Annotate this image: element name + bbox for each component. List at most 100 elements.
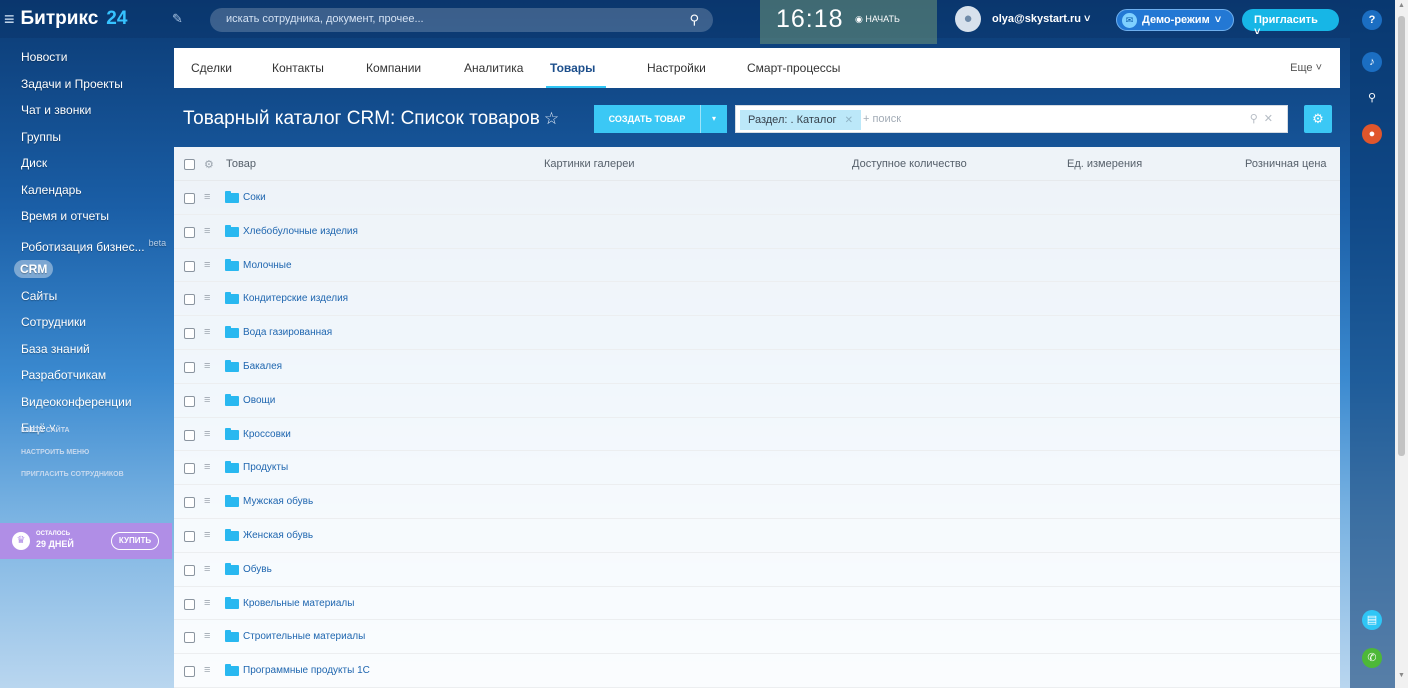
sidebar-item-groups[interactable]: Группы xyxy=(0,124,172,151)
sidebar-item-tasks[interactable]: Задачи и Проекты xyxy=(0,71,172,98)
column-header-product[interactable]: Товар xyxy=(226,158,256,170)
filter-chip[interactable]: Раздел: . Каталог ✕ xyxy=(740,110,861,130)
row-label[interactable]: Кровельные материалы xyxy=(243,598,354,609)
edit-icon[interactable]: ✎ xyxy=(172,11,183,27)
row-label[interactable]: Овощи xyxy=(243,395,275,406)
row-label[interactable]: Кроссовки xyxy=(243,429,291,440)
scroll-up-icon[interactable]: ▲ xyxy=(1398,2,1405,9)
sidebar-item-time[interactable]: Время и отчеты xyxy=(0,203,172,230)
row-checkbox[interactable] xyxy=(184,328,195,340)
sidebar-item-automation[interactable]: Роботизация бизнес... beta xyxy=(0,230,172,257)
sidebar-item-video[interactable]: Видеоконференции xyxy=(0,389,172,416)
tabs-more-button[interactable]: Еще ˅ xyxy=(1290,62,1322,74)
row-checkbox[interactable] xyxy=(184,530,195,542)
row-label[interactable]: Молочные xyxy=(243,260,292,271)
row-label[interactable]: Кондитерские изделия xyxy=(243,293,348,304)
help-icon[interactable]: ? xyxy=(1362,10,1382,30)
row-label[interactable]: Женская обувь xyxy=(243,530,313,541)
sidebar-item-disk[interactable]: Диск xyxy=(0,150,172,177)
row-checkbox[interactable] xyxy=(184,361,195,373)
table-row[interactable]: ≡ Обувь xyxy=(174,553,1340,587)
table-row[interactable]: ≡ Кровельные материалы xyxy=(174,587,1340,621)
sidebar-item-knowledge[interactable]: База знаний xyxy=(0,336,172,363)
row-checkbox[interactable] xyxy=(184,598,195,610)
scroll-down-icon[interactable]: ▼ xyxy=(1398,672,1405,679)
table-row[interactable]: ≡ Овощи xyxy=(174,384,1340,418)
drag-handle-icon[interactable]: ≡ xyxy=(204,630,210,642)
row-label[interactable]: Вода газированная xyxy=(243,327,332,338)
menu-icon[interactable]: ≡ xyxy=(4,9,15,30)
drag-handle-icon[interactable]: ≡ xyxy=(204,225,210,237)
phone-icon[interactable]: ✆ xyxy=(1362,648,1382,668)
column-header-gallery[interactable]: Картинки галереи xyxy=(544,158,634,170)
row-label[interactable]: Хлебобулочные изделия xyxy=(243,226,358,237)
drag-handle-icon[interactable]: ≡ xyxy=(204,191,210,203)
column-header-quantity[interactable]: Доступное количество xyxy=(852,158,967,170)
row-label[interactable]: Строительные материалы xyxy=(243,631,365,642)
drag-handle-icon[interactable]: ≡ xyxy=(204,529,210,541)
star-icon[interactable]: ☆ xyxy=(544,109,559,128)
row-checkbox[interactable] xyxy=(184,193,195,204)
row-checkbox[interactable] xyxy=(184,260,195,272)
row-checkbox[interactable] xyxy=(184,294,195,306)
tab-analytics[interactable]: Аналитика xyxy=(464,61,523,75)
tab-settings[interactable]: Настройки xyxy=(647,61,706,75)
row-checkbox[interactable] xyxy=(184,463,195,475)
table-row[interactable]: ≡ Хлебобулочные изделия xyxy=(174,215,1340,249)
gear-icon[interactable]: ⚙ xyxy=(1304,105,1332,133)
search-icon[interactable]: ⚲ xyxy=(1362,88,1382,108)
select-all-checkbox[interactable] xyxy=(184,159,195,170)
drag-handle-icon[interactable]: ≡ xyxy=(204,394,210,406)
drag-handle-icon[interactable]: ≡ xyxy=(204,428,210,440)
column-header-unit[interactable]: Ед. измерения xyxy=(1067,158,1142,170)
column-header-price[interactable]: Розничная цена xyxy=(1245,158,1327,170)
drag-handle-icon[interactable]: ≡ xyxy=(204,461,210,473)
buy-button[interactable]: КУПИТЬ xyxy=(111,532,159,550)
notifications-icon[interactable]: ♪ xyxy=(1362,52,1382,72)
drag-handle-icon[interactable]: ≡ xyxy=(204,259,210,271)
row-label[interactable]: Продукты xyxy=(243,462,288,473)
table-row[interactable]: ≡ Соки xyxy=(174,181,1340,215)
start-workday-button[interactable]: ◉ НАЧАТЬ xyxy=(855,14,900,25)
chevron-down-icon[interactable]: ▾ xyxy=(700,105,727,133)
filter-search[interactable]: Раздел: . Каталог ✕ + поиск ⚲✕ xyxy=(735,105,1288,133)
drag-handle-icon[interactable]: ≡ xyxy=(204,597,210,609)
table-row[interactable]: ≡ Мужская обувь xyxy=(174,485,1340,519)
invite-employees-link[interactable]: ПРИГЛАСИТЬ СОТРУДНИКОВ xyxy=(21,464,124,486)
demo-mode-button[interactable]: ✉ Демо-режим ˅ xyxy=(1116,9,1234,31)
row-checkbox[interactable] xyxy=(184,395,195,407)
drag-handle-icon[interactable]: ≡ xyxy=(204,495,210,507)
tab-contacts[interactable]: Контакты xyxy=(272,61,324,75)
sitemap-link[interactable]: КАРТА САЙТА xyxy=(21,420,124,442)
drag-handle-icon[interactable]: ≡ xyxy=(204,326,210,338)
sidebar-item-chat[interactable]: Чат и звонки xyxy=(0,97,172,124)
user-menu[interactable]: olya@skystart.ru ˅ xyxy=(992,13,1090,25)
sidebar-item-sites[interactable]: Сайты xyxy=(0,283,172,310)
search-input[interactable]: искать сотрудника, документ, прочее... ⚲ xyxy=(210,8,713,32)
row-checkbox[interactable] xyxy=(184,497,195,509)
table-row[interactable]: ≡ Бакалея xyxy=(174,350,1340,384)
drag-handle-icon[interactable]: ≡ xyxy=(204,563,210,575)
sidebar-item-developers[interactable]: Разработчикам xyxy=(0,362,172,389)
table-row[interactable]: ≡ Женская обувь xyxy=(174,519,1340,553)
gear-icon[interactable]: ⚙ xyxy=(204,158,214,171)
table-row[interactable]: ≡ Кондитерские изделия xyxy=(174,282,1340,317)
sidebar-item-crm[interactable]: CRM xyxy=(0,256,172,283)
table-row[interactable]: ≡ Строительные материалы xyxy=(174,620,1340,655)
sidebar-item-news[interactable]: Новости xyxy=(0,44,172,71)
drag-handle-icon[interactable]: ≡ xyxy=(204,664,210,676)
close-icon[interactable]: ✕ xyxy=(1264,113,1279,125)
invite-button[interactable]: Пригласить ˅ xyxy=(1242,9,1339,38)
row-label[interactable]: Бакалея xyxy=(243,361,282,372)
logo[interactable]: ≡ Битрикс 24 xyxy=(4,8,127,30)
table-row[interactable]: ≡ Программные продукты 1С xyxy=(174,654,1340,688)
search-icon[interactable]: ⚲ xyxy=(689,12,699,28)
user-icon[interactable]: ● xyxy=(1362,124,1382,144)
row-checkbox[interactable] xyxy=(184,226,195,238)
sidebar-item-employees[interactable]: Сотрудники xyxy=(0,309,172,336)
row-checkbox[interactable] xyxy=(184,666,195,678)
row-label[interactable]: Мужская обувь xyxy=(243,496,313,507)
workday-widget[interactable]: 16:18 ◉ НАЧАТЬ xyxy=(760,0,937,44)
tab-products[interactable]: Товары xyxy=(550,61,595,75)
scrollbar-thumb[interactable] xyxy=(1398,16,1405,456)
